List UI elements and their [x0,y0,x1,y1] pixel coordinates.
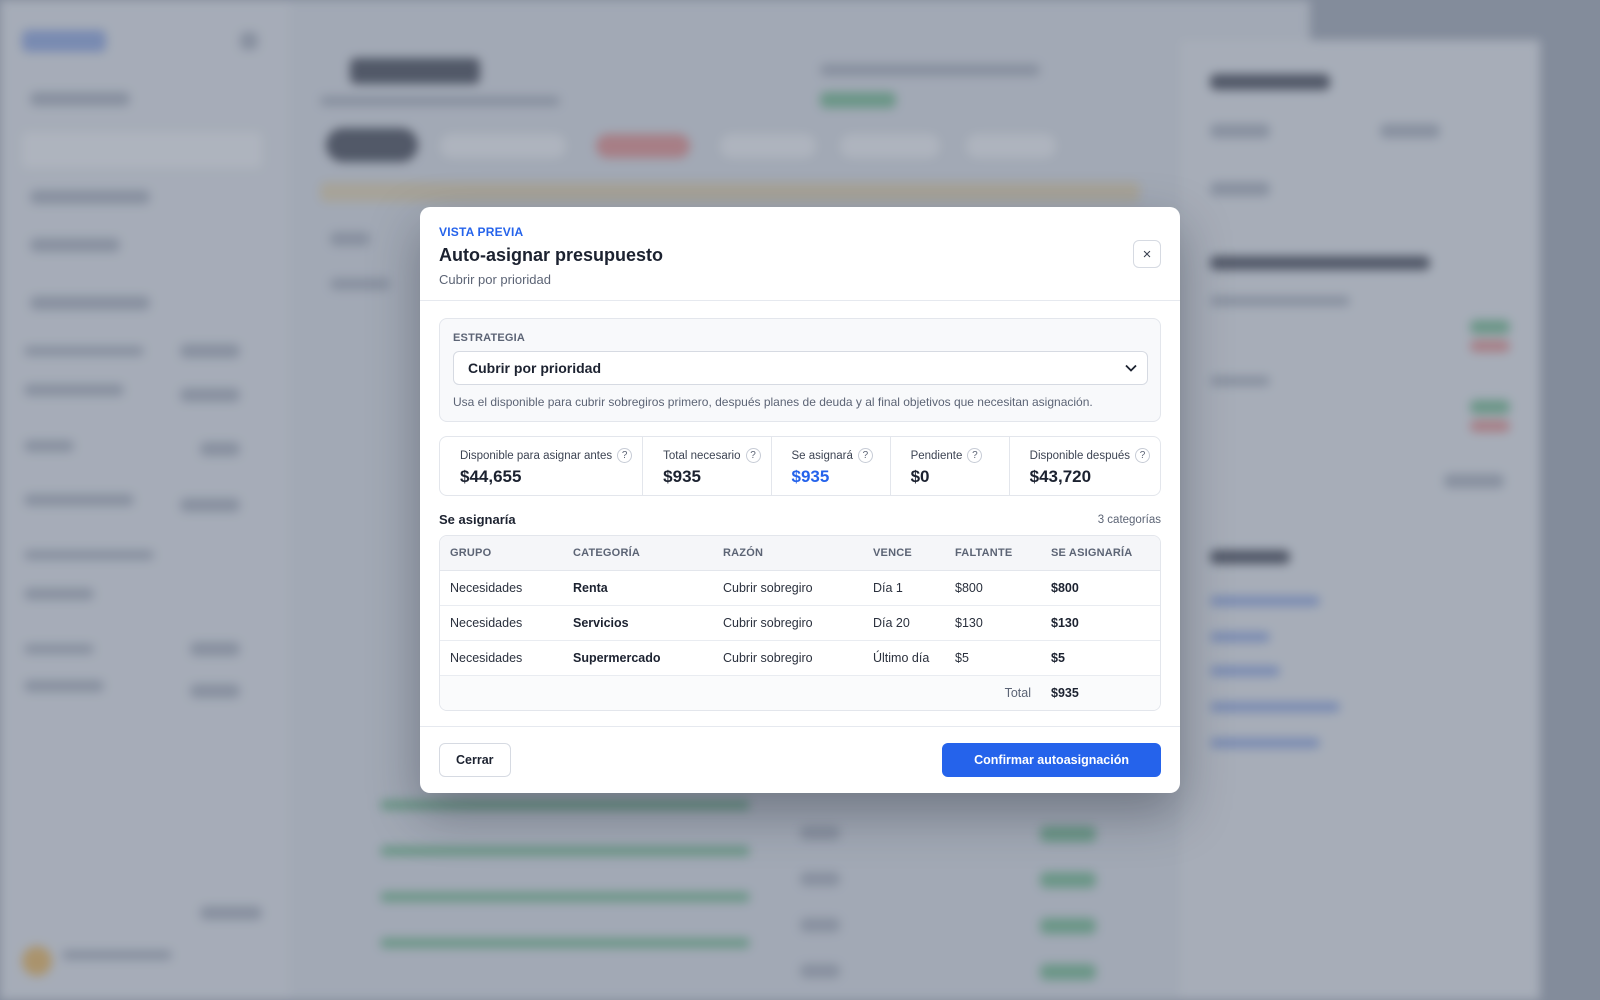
table-total-row: Total $935 [440,675,1160,710]
allocation-section-header: Se asignaría 3 categorías [439,512,1161,527]
stat-label: Disponible después [1029,449,1131,462]
cell-due: Último día [863,640,945,676]
cell-reason: Cubrir sobregiro [713,640,863,676]
close-button[interactable]: Cerrar [439,743,511,777]
cell-category: Renta [563,570,713,606]
cell-reason: Cubrir sobregiro [713,605,863,641]
strategy-help-text: Usa el disponible para cubrir sobregiros… [453,395,1093,409]
cell-category: Supermercado [563,640,713,676]
chevron-down-icon [1125,364,1137,372]
modal-eyebrow: VISTA PREVIA [439,225,524,239]
help-circle-icon[interactable]: ? [617,448,633,463]
allocation-table: GRUPO CATEGORÍA RAZÓN VENCE FALTANTE SE … [439,535,1161,711]
stat-value: $935 [663,467,701,486]
cell-missing: $5 [945,640,1041,676]
stat-label: Se asignará [791,449,853,462]
stat-available-before: Disponible para asignar antes? $44,655 [440,437,642,495]
help-circle-icon[interactable]: ? [967,448,983,463]
modal-subtitle: Cubrir por prioridad [439,272,551,287]
cell-missing: $800 [945,570,1041,606]
strategy-panel: ESTRATEGIA Cubrir por prioridad Usa el d… [439,318,1161,422]
stat-value: $43,720 [1029,467,1092,486]
cell-category: Servicios [563,605,713,641]
cell-group: Necesidades [440,640,563,676]
stat-label: Disponible para asignar antes [460,449,613,462]
table-header-row: GRUPO CATEGORÍA RAZÓN VENCE FALTANTE SE … [440,536,1160,571]
help-circle-icon[interactable]: ? [1135,448,1151,463]
modal-title: Auto-asignar presupuesto [439,245,664,265]
auto-assign-modal: VISTA PREVIA Auto-asignar presupuesto Cu… [420,207,1180,793]
table-row: Necesidades Renta Cubrir sobregiro Día 1… [440,570,1160,606]
col-will-assign: SE ASIGNARÍA [1041,536,1160,571]
strategy-select[interactable]: Cubrir por prioridad [453,351,1148,385]
stat-value: $44,655 [460,467,522,486]
section-title: Se asignaría [439,512,516,527]
cell-will-assign: $5 [1041,640,1160,676]
stat-value: $935 [791,467,830,486]
cell-group: Necesidades [440,605,563,641]
modal-body: ESTRATEGIA Cubrir por prioridad Usa el d… [420,301,1180,711]
cell-due: Día 1 [863,570,945,606]
cell-reason: Cubrir sobregiro [713,570,863,606]
col-category: CATEGORÍA [563,536,713,571]
stat-label: Total necesario [663,449,741,462]
close-icon: × [1142,245,1152,263]
help-circle-icon[interactable]: ? [857,448,873,463]
strategy-label: ESTRATEGIA [453,332,526,344]
col-reason: RAZÓN [713,536,863,571]
help-circle-icon[interactable]: ? [745,448,761,463]
cell-due: Día 20 [863,605,945,641]
cell-will-assign: $130 [1041,605,1160,641]
stat-label: Pendiente [910,449,963,462]
col-group: GRUPO [440,536,563,571]
stat-value: $0 [910,467,930,486]
cell-will-assign: $800 [1041,570,1160,606]
stat-available-after: Disponible después? $43,720 [1008,437,1160,495]
category-count: 3 categorías [1097,513,1161,526]
stat-total-needed: Total necesario? $935 [642,437,770,495]
summary-stats: Disponible para asignar antes? $44,655 T… [439,436,1161,496]
cell-group: Necesidades [440,570,563,606]
col-due: VENCE [863,536,945,571]
strategy-selected-value: Cubrir por prioridad [468,360,601,376]
modal-close-button[interactable]: × [1133,240,1161,268]
stat-will-assign: Se asignará? $935 [770,437,890,495]
modal-header: VISTA PREVIA Auto-asignar presupuesto Cu… [420,207,1180,301]
col-missing: FALTANTE [945,536,1041,571]
total-value: $935 [1041,675,1160,710]
confirm-auto-assign-button[interactable]: Confirmar autoasignación [942,743,1161,777]
cell-missing: $130 [945,605,1041,641]
table-row: Necesidades Servicios Cubrir sobregiro D… [440,605,1160,641]
modal-footer: Cerrar Confirmar autoasignación [420,726,1180,793]
total-label: Total [440,675,1041,710]
stat-pending: Pendiente? $0 [889,437,1009,495]
table-row: Necesidades Supermercado Cubrir sobregir… [440,640,1160,676]
